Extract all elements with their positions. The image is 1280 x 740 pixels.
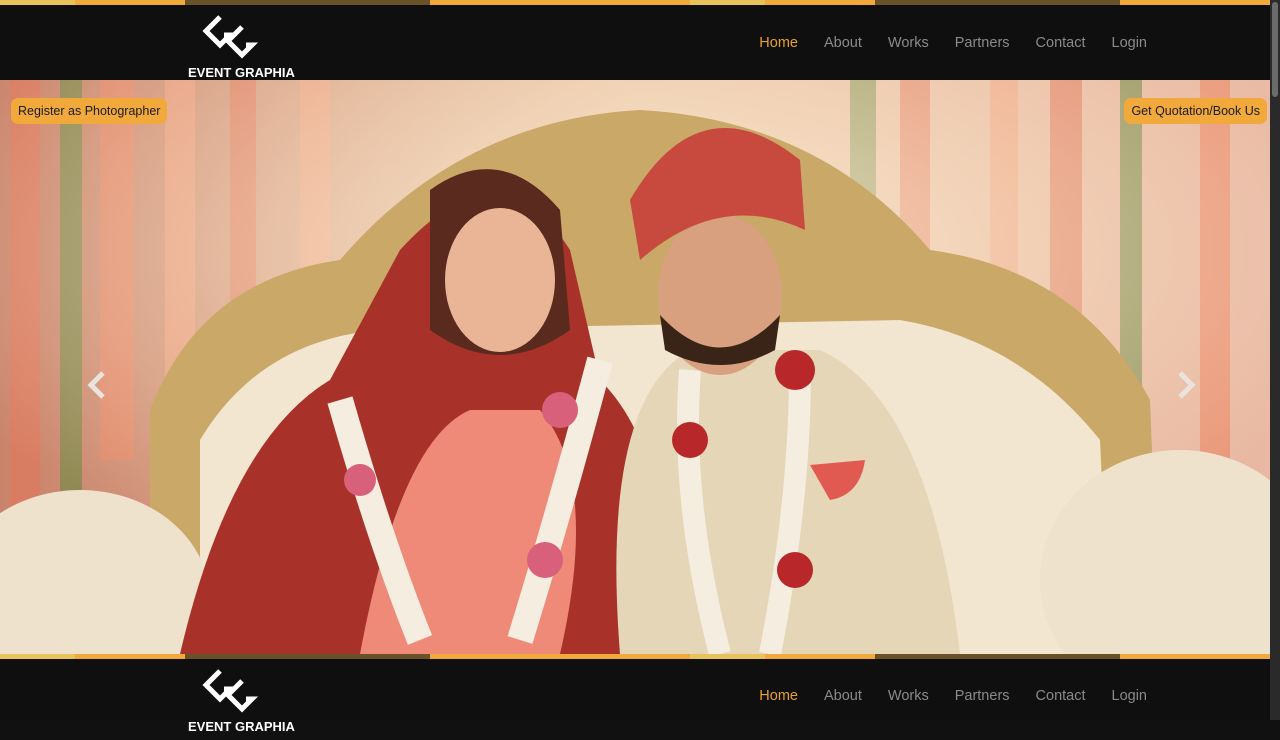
chevron-right-icon[interactable] <box>1175 370 1197 400</box>
page-scrollbar[interactable] <box>1270 0 1280 720</box>
sticky-navbar: EVENT GRAPHIA Home About Works Partners … <box>0 659 1270 734</box>
chevron-left-icon[interactable] <box>86 370 108 400</box>
event-graphia-logo-sticky[interactable]: EVENT GRAPHIA <box>186 667 296 735</box>
wedding-couple-photo <box>0 80 1270 654</box>
logo-text: EVENT GRAPHIA <box>188 65 296 80</box>
sticky-nav-partners[interactable]: Partners <box>955 688 1010 704</box>
event-graphia-logo[interactable]: EVENT GRAPHIA <box>186 13 296 81</box>
logo-text-sticky: EVENT GRAPHIA <box>188 719 296 734</box>
sticky-nav-about[interactable]: About <box>824 688 862 704</box>
hero-carousel: Register as Photographer Get Quotation/B… <box>0 80 1270 654</box>
sticky-nav-works[interactable]: Works <box>888 688 929 704</box>
nav-works[interactable]: Works <box>888 35 929 51</box>
nav-about[interactable]: About <box>824 35 862 51</box>
nav-login[interactable]: Login <box>1112 35 1147 51</box>
nav-contact[interactable]: Contact <box>1036 35 1086 51</box>
scrollbar-thumb[interactable] <box>1272 2 1278 97</box>
sticky-menu: Home About Works Partners Contact Login <box>733 659 1147 732</box>
sticky-nav-home[interactable]: Home <box>759 688 798 704</box>
sticky-nav-login[interactable]: Login <box>1112 688 1147 704</box>
sticky-nav-contact[interactable]: Contact <box>1036 688 1086 704</box>
nav-partners[interactable]: Partners <box>955 35 1010 51</box>
get-quotation-button[interactable]: Get Quotation/Book Us <box>1124 98 1267 124</box>
nav-home[interactable]: Home <box>759 35 798 51</box>
main-menu: Home About Works Partners Contact Login <box>733 5 1147 80</box>
register-photographer-button[interactable]: Register as Photographer <box>11 98 168 124</box>
main-navbar: EVENT GRAPHIA Home About Works Partners … <box>0 5 1270 80</box>
